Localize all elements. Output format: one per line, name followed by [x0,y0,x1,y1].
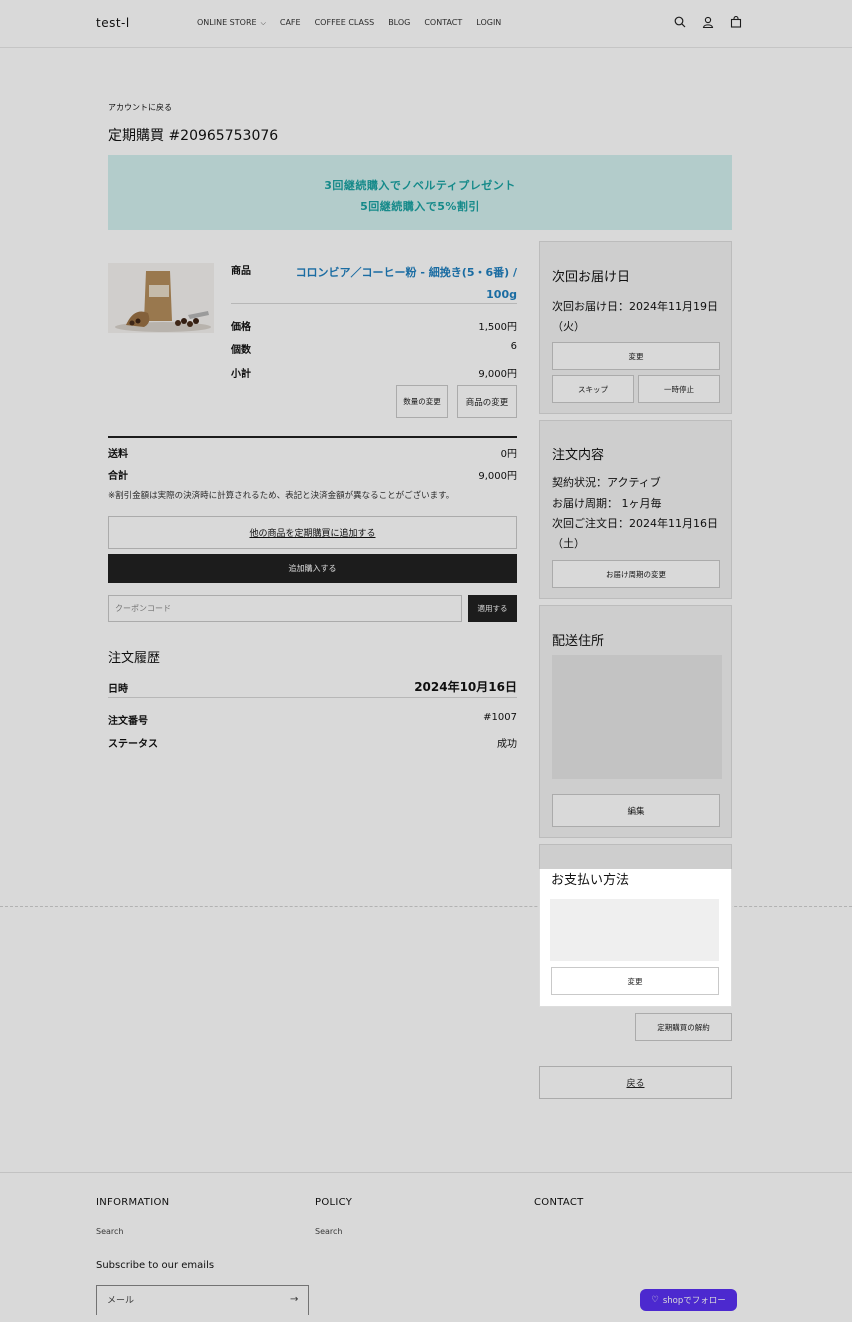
arrow-right-icon[interactable]: → [290,1294,298,1305]
subtotal-row: 小計 9,000円 [231,365,517,380]
product-name-link[interactable]: コロンビア／コーヒー粉 - 細挽き(5・6番) / 100g [277,262,517,303]
order-number-label: 注文番号 [108,716,148,727]
chevron-down-icon: ⌵ [260,19,266,27]
history-date-row: 日時 2024年10月16日 [108,678,517,698]
nav-online-store[interactable]: ONLINE STORE ⌵ [197,18,266,28]
product-name-row: 商品 コロンビア／コーヒー粉 - 細挽き(5・6番) / 100g [231,262,517,304]
change-product-button[interactable]: 商品の変更 [457,385,517,418]
next-order-date: 次回ご注文日：2024年11月16日（土） [552,517,718,550]
promo-line-2: 5回継続購入で5%割引 [360,200,480,213]
price-value: 1,500円 [478,322,517,333]
summary-divider [108,436,517,438]
contract-status: 契約状況：アクティブ [552,476,661,489]
history-status-row: ステータス 成功 [108,735,517,750]
order-details-title: 注文内容 [552,448,605,463]
footer-info-search-link[interactable]: Search [96,1227,123,1236]
skip-button[interactable]: スキップ [552,375,634,403]
cart-icon[interactable] [728,14,744,30]
main-nav: ONLINE STORE ⌵ CAFE COFFEE CLASS BLOG CON… [197,18,501,28]
nav-contact[interactable]: CONTACT [424,18,462,28]
shop-follow-button[interactable]: ♡ shopでフォロー [640,1289,737,1311]
email-input[interactable] [96,1285,309,1315]
status-value: 成功 [497,739,517,750]
delivery-cycle: お届け周期： 1ヶ月毎 [552,497,662,510]
order-history-title: 注文履歴 [108,651,161,666]
add-other-product-button[interactable]: 他の商品を定期購買に追加する [108,516,517,549]
nav-cafe[interactable]: CAFE [280,18,301,28]
nav-online-store-label: ONLINE STORE [197,18,257,27]
change-payment-button[interactable]: 変更 [551,967,719,995]
coupon-apply-button[interactable]: 適用する [468,595,517,622]
history-date-value: 2024年10月16日 [414,680,517,694]
shipping-row: 送料 0円 [108,445,517,460]
shipping-label: 送料 [108,449,128,460]
shipping-value: 0円 [500,449,517,460]
header-icons [672,14,744,30]
promo-line-1: 3回継続購入でノベルティプレゼント [324,179,516,192]
footer-policy-search-link[interactable]: Search [315,1227,342,1236]
quantity-row: 個数 6 [231,341,517,356]
quantity-label: 個数 [231,345,251,356]
total-value: 9,000円 [478,471,517,482]
coupon-input[interactable] [108,595,462,622]
back-button[interactable]: 戻る [539,1066,732,1099]
shop-follow-label: shopでフォロー [662,1296,726,1306]
subtotal-value: 9,000円 [478,369,517,380]
order-details-card: 注文内容 契約状況：アクティブ お届け周期： 1ヶ月毎 次回ご注文日：2024年… [539,420,732,599]
total-row: 合計 9,000円 [108,467,517,482]
cancel-subscription-button[interactable]: 定期購買の解約 [635,1013,732,1041]
product-image [108,263,214,333]
status-label: ステータス [108,739,158,750]
next-delivery-card: 次回お届け日 次回お届け日：2024年11月19日（火） 変更 スキップ 一時停… [539,241,732,414]
promo-banner: 3回継続購入でノベルティプレゼント 5回継続購入で5%割引 [108,155,732,230]
pause-button[interactable]: 一時停止 [638,375,720,403]
nav-blog[interactable]: BLOG [388,18,410,28]
subscribe-heading: Subscribe to our emails [96,1260,215,1271]
payment-redacted-block [550,899,719,961]
change-delivery-date-button[interactable]: 変更 [552,342,720,370]
edit-address-button[interactable]: 編集 [552,794,720,827]
footer-policy-heading: POLICY [315,1197,353,1208]
page-title: 定期購買 #20965753076 [108,128,279,144]
change-quantity-button[interactable]: 数量の変更 [396,385,448,418]
payment-method-card: お支払い方法 変更 [539,869,732,1007]
total-label: 合計 [108,471,128,482]
next-delivery-date: 次回お届け日：2024年11月19日（火） [552,300,718,333]
additional-purchase-button[interactable]: 追加購入する [108,554,517,583]
back-to-account-link[interactable]: アカウントに戻る [108,102,172,113]
history-order-number-row: 注文番号 #1007 [108,712,517,727]
site-footer: INFORMATION POLICY CONTACT Search Search… [0,1172,852,1322]
site-header: test-l ONLINE STORE ⌵ CAFE COFFEE CLASS B… [0,0,852,48]
shipping-address-card: 配送住所 編集 [539,605,732,838]
quantity-value: 6 [510,341,517,352]
site-logo[interactable]: test-l [96,16,130,30]
nav-login[interactable]: LOGIN [476,18,501,28]
payment-method-title: お支払い方法 [551,873,630,888]
price-label: 価格 [231,322,251,333]
next-delivery-title: 次回お届け日 [552,270,631,285]
product-name-label: 商品 [231,266,251,277]
heart-icon: ♡ [651,1295,659,1305]
change-cycle-button[interactable]: お届け周期の変更 [552,560,720,588]
discount-note: ※割引金額は実際の決済時に計算されるため、表記と決済金額が異なることがございます… [108,491,455,501]
account-icon[interactable] [700,14,716,30]
order-number-value: #1007 [483,712,517,723]
address-redacted-block [552,655,722,779]
footer-contact-heading: CONTACT [534,1197,584,1208]
nav-coffee-class[interactable]: COFFEE CLASS [315,18,375,28]
history-date-label: 日時 [108,684,128,695]
shipping-address-title: 配送住所 [552,634,605,649]
search-icon[interactable] [672,14,688,30]
footer-information-heading: INFORMATION [96,1197,170,1208]
subtotal-label: 小計 [231,369,251,380]
price-row: 価格 1,500円 [231,318,517,333]
